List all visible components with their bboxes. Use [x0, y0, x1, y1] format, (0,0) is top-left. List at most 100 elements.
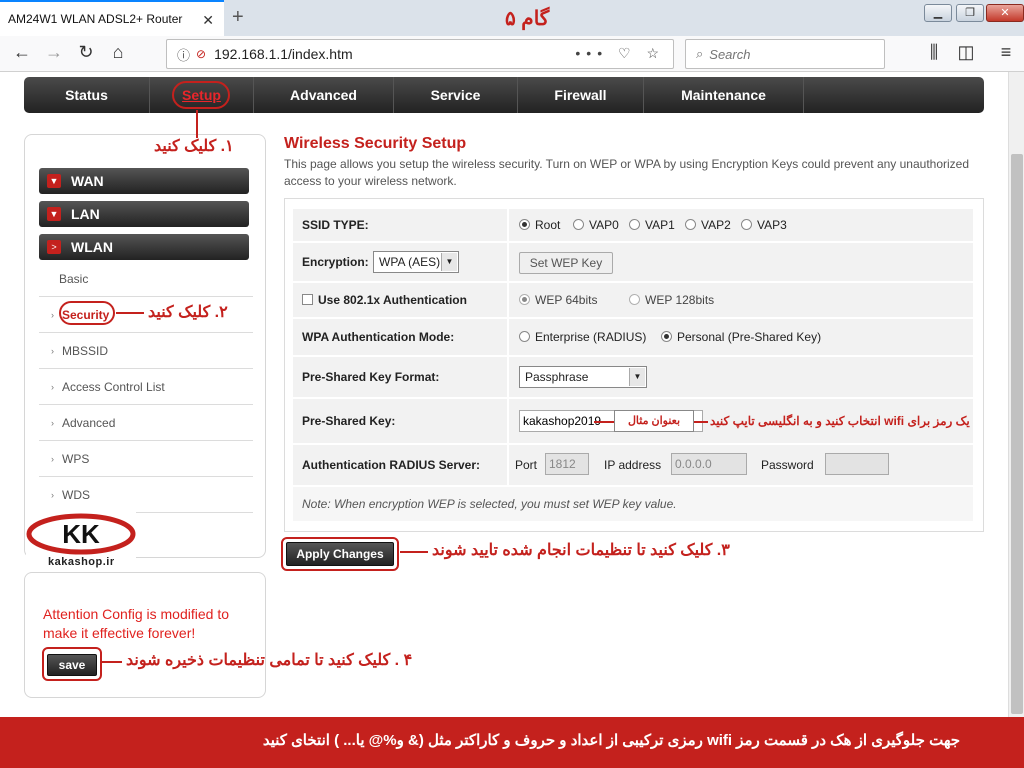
radio-enterprise[interactable]: Enterprise (RADIUS) [519, 330, 646, 344]
radio[interactable] [685, 219, 696, 230]
radius-port-input[interactable] [545, 453, 589, 475]
psk-format-cell: Passphrase ▼ [507, 357, 973, 397]
set-wep-key-button[interactable]: Set WEP Key [519, 252, 613, 274]
url-bar[interactable]: ⓘ ⊘ 192.168.1.1/index.htm ••• ♡ ☆ [166, 39, 674, 69]
radio[interactable] [629, 219, 640, 230]
restore-icon[interactable]: ❐ [956, 4, 984, 22]
radio-label: Personal (Pre-Shared Key) [677, 330, 822, 344]
search-input[interactable] [709, 46, 870, 62]
radio-wep-128[interactable]: WEP 128bits [629, 293, 714, 307]
page-actions-icons[interactable]: ••• ♡ ☆ [575, 45, 665, 62]
reload-icon[interactable]: ↻ [74, 42, 98, 63]
search-box[interactable]: ⌕ [685, 39, 885, 69]
insecure-lock-icon[interactable]: ⊘ [196, 47, 206, 61]
sidebar-item-basic[interactable]: Basic [39, 261, 253, 297]
radio[interactable] [629, 294, 640, 305]
encryption-value: WPA (AES) [379, 255, 441, 269]
back-icon[interactable]: ← [10, 42, 34, 63]
new-tab-icon[interactable]: + [232, 6, 244, 29]
ssid-radio-vap2[interactable]: VAP2 [685, 218, 731, 232]
radio-personal[interactable]: Personal (Pre-Shared Key) [661, 330, 821, 344]
radio-selected[interactable] [519, 219, 530, 230]
main-menu: Status Setup Advanced Service Firewall M… [24, 77, 984, 113]
sidebar-group-wlan[interactable]: > WLAN [39, 234, 249, 260]
annotation-step2: ۲. کلیک کنید [148, 304, 228, 321]
encryption-select[interactable]: WPA (AES) ▼ [373, 251, 459, 273]
library-icon[interactable]: ⫼ [922, 42, 946, 63]
sidebar-item-access-control[interactable]: › Access Control List [39, 369, 253, 405]
browser-tab[interactable]: AM24W1 WLAN ADSL2+ Router ✕ [0, 0, 224, 36]
radio-selected[interactable] [519, 294, 530, 305]
security-form: SSID TYPE: Root VAP0 VAP1 VAP2 VAP3 Encr… [284, 198, 984, 532]
encryption-value-cell: Set WEP Key [507, 243, 973, 281]
radius-password-input[interactable] [825, 453, 889, 475]
page-scrollbar[interactable] [1008, 72, 1024, 717]
radius-ip-input[interactable] [671, 453, 747, 475]
row-note: Note: When encryption WEP is selected, y… [293, 487, 973, 521]
sidebar-item-wps[interactable]: › WPS [39, 441, 253, 477]
ssid-radio-vap1[interactable]: VAP1 [629, 218, 675, 232]
minimize-icon[interactable]: ▁ [924, 4, 952, 22]
search-icon: ⌕ [696, 46, 704, 61]
menu-firewall[interactable]: Firewall [518, 77, 644, 113]
home-icon[interactable]: ⌂ [106, 42, 130, 63]
window-close-icon[interactable]: ✕ [986, 4, 1024, 22]
menu-status[interactable]: Status [24, 77, 150, 113]
setup-highlight-circle [172, 81, 230, 109]
annotation-line [694, 421, 708, 423]
forward-icon[interactable]: → [42, 42, 66, 63]
wpa-auth-mode-label: WPA Authentication Mode: [302, 330, 455, 344]
psk-format-select[interactable]: Passphrase ▼ [519, 366, 647, 388]
radio[interactable] [519, 331, 530, 342]
radio[interactable] [573, 219, 584, 230]
sidebar-group-lan[interactable]: ▼ LAN [39, 201, 249, 227]
radio-wep-64[interactable]: WEP 64bits [519, 293, 597, 307]
radius-ip-label: IP address [604, 458, 662, 472]
sidebar-group-label: WAN [71, 173, 104, 189]
radius-label: Authentication RADIUS Server: [302, 458, 481, 472]
radio[interactable] [741, 219, 752, 230]
menu-maintenance[interactable]: Maintenance [644, 77, 804, 113]
bullet-arrow-icon: › [51, 489, 54, 500]
page-description: This page allows you setup the wireless … [284, 157, 970, 188]
psk-format-label: Pre-Shared Key Format: [302, 370, 440, 384]
wep-bits-options: WEP 64bits WEP 128bits [507, 283, 973, 317]
menu-advanced[interactable]: Advanced [254, 77, 394, 113]
scroll-thumb[interactable] [1011, 154, 1023, 714]
apply-changes-button[interactable]: Apply Changes [286, 542, 394, 566]
annotation-psk-hint: یک رمز برای wifi انتخاب کنید و به انگلیس… [710, 414, 970, 428]
dropdown-arrow-icon[interactable]: ▼ [441, 253, 457, 271]
close-tab-icon[interactable]: ✕ [202, 12, 214, 29]
chevron-right-icon: > [47, 240, 61, 254]
sidebar-item-advanced[interactable]: › Advanced [39, 405, 253, 441]
security-highlight-circle [59, 301, 115, 325]
sidebar-item-mbssid[interactable]: › MBSSID [39, 333, 253, 369]
radio-label: WEP 128bits [645, 293, 715, 307]
sidebar-item-label: WPS [62, 451, 90, 466]
sidebar-item-label: WDS [62, 487, 90, 502]
radio-label: VAP0 [589, 218, 619, 232]
use-8021x-checkbox[interactable]: Use 802.1x Authentication [302, 293, 467, 307]
save-button[interactable]: save [47, 654, 97, 676]
url-text[interactable]: 192.168.1.1/index.htm [214, 46, 353, 62]
sidebar-item-wds[interactable]: › WDS [39, 477, 253, 513]
ssid-radio-root[interactable]: Root [519, 218, 560, 232]
dropdown-arrow-icon[interactable]: ▼ [629, 368, 645, 386]
info-icon[interactable]: ⓘ [177, 45, 190, 64]
radio-label: VAP2 [701, 218, 731, 232]
step-title: گام ۵ [505, 8, 550, 30]
ssid-radio-vap3[interactable]: VAP3 [741, 218, 787, 232]
bullet-arrow-icon: › [51, 381, 54, 392]
menu-service[interactable]: Service [394, 77, 518, 113]
annotation-line [100, 661, 122, 663]
checkbox-label: Use 802.1x Authentication [318, 293, 467, 307]
row-encryption: Encryption: WPA (AES) ▼ Set WEP Key [293, 243, 973, 281]
sidebar-group-wan[interactable]: ▼ WAN [39, 168, 249, 194]
attention-box: Attention Config is modified to make it … [24, 572, 266, 698]
radio-selected[interactable] [661, 331, 672, 342]
logo-mark: KK [26, 513, 136, 555]
ssid-radio-vap0[interactable]: VAP0 [573, 218, 619, 232]
hamburger-menu-icon[interactable]: ≡ [994, 42, 1018, 63]
checkbox[interactable] [302, 294, 313, 305]
sidebar-toggle-icon[interactable]: ◫ [954, 42, 978, 63]
